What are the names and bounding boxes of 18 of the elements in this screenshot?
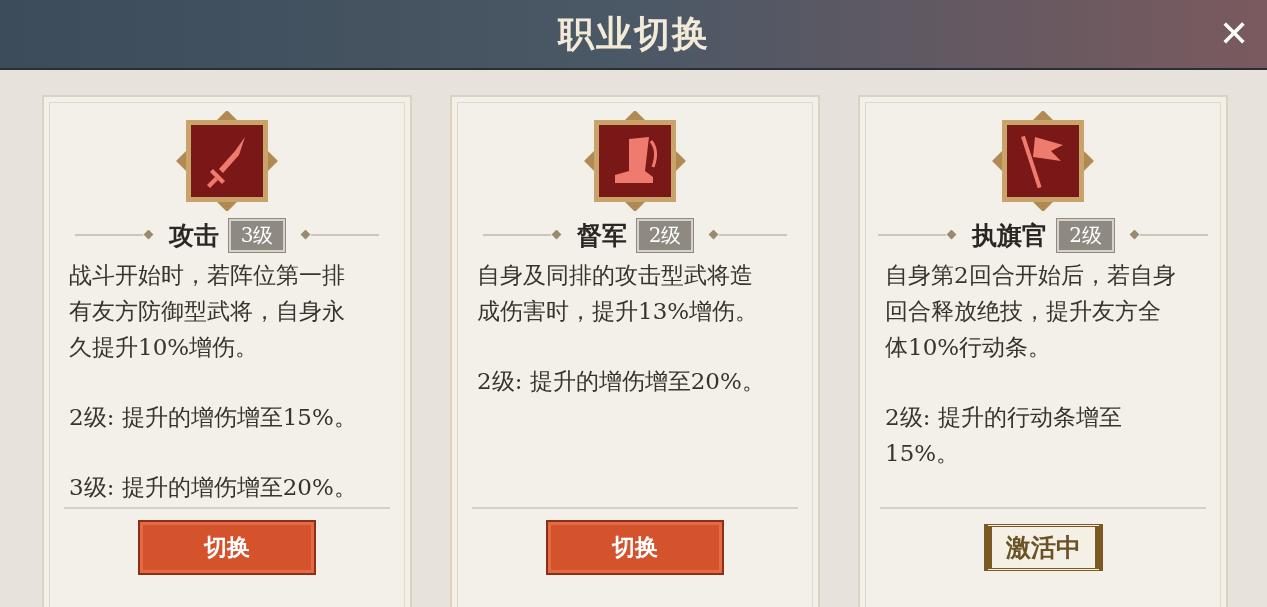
close-button[interactable]: ✕: [1219, 12, 1249, 56]
skill-description: 自身第2回合开始后，若自身回合释放绝技，提升友方全体10%行动条。: [885, 261, 1177, 362]
window-title: 职业切换: [557, 10, 710, 56]
class-name: 督军: [576, 219, 627, 252]
skill-description: 2级: 提升的行动条增至15%。: [885, 403, 1123, 468]
skill-description: 2级: 提升的增伤增至15%。: [69, 403, 358, 432]
skill-description: 3级: 提升的增伤增至20%。: [69, 473, 358, 502]
class-name: 攻击: [168, 219, 219, 252]
switch-button[interactable]: 切换: [138, 519, 316, 575]
skill-description: 2级: 提升的增伤增至20%。: [477, 367, 766, 396]
level-badge: 3级: [228, 218, 286, 252]
level-badge: 2级: [1057, 218, 1114, 252]
switch-button[interactable]: 切换: [546, 519, 724, 575]
skill-description: 战斗开始时，若阵位第一排有友方防御型武将，自身永久提升10%增伤。: [69, 261, 346, 362]
skill-description: 自身及同排的攻击型武将造成伤害时，提升13%增伤。: [477, 261, 760, 326]
class-name: 执旗官: [972, 219, 1048, 252]
level-badge: 2级: [636, 218, 694, 252]
active-status: 激活中: [983, 523, 1103, 571]
